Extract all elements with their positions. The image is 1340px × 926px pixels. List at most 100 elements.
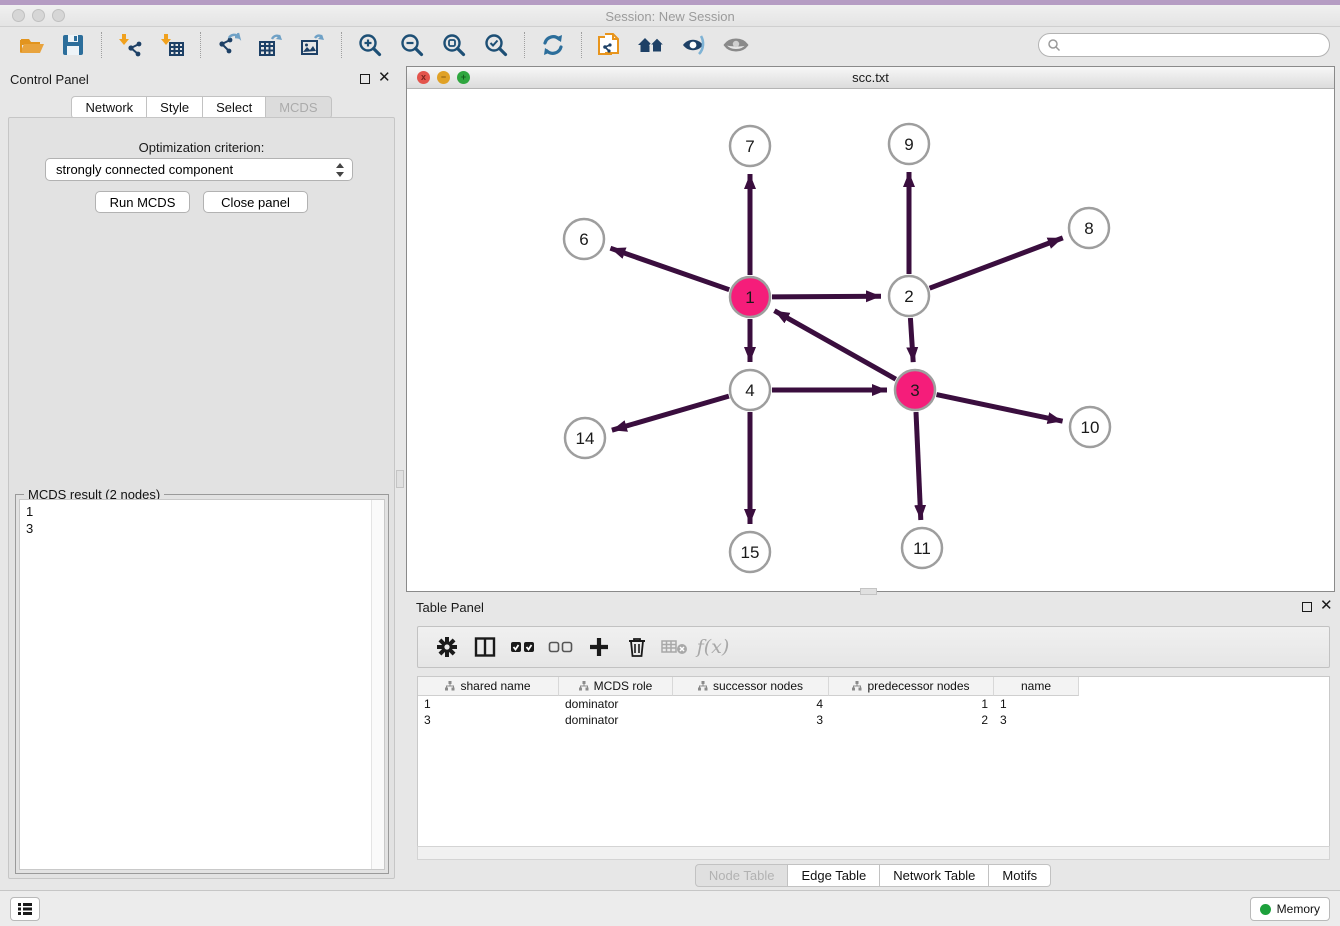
control-panel: Control Panel ✕ NetworkStyleSelectMCDS O…: [0, 62, 403, 884]
column-tree-icon: [579, 681, 589, 691]
save-session-icon[interactable]: [56, 31, 90, 59]
column-header-shared-name[interactable]: shared name: [418, 677, 559, 696]
zoom-selected-icon[interactable]: [479, 31, 513, 59]
run-mcds-button[interactable]: Run MCDS: [95, 191, 190, 213]
tab-select[interactable]: Select: [203, 96, 266, 119]
column-tree-icon: [698, 681, 708, 691]
tab-edge-table[interactable]: Edge Table: [788, 864, 880, 887]
table-cell: 1: [994, 696, 1079, 712]
delete-table-icon[interactable]: [660, 632, 690, 662]
tab-mcds[interactable]: MCDS: [266, 96, 331, 119]
network-from-selection-icon[interactable]: [593, 31, 627, 59]
edge-2-8[interactable]: [930, 238, 1063, 288]
result-scrollbar[interactable]: [371, 500, 384, 869]
column-header-predecessor-nodes[interactable]: predecessor nodes: [829, 677, 994, 696]
function-builder-icon[interactable]: f(x): [698, 632, 728, 662]
mcds-panel: Optimization criterion: strongly connect…: [8, 117, 395, 879]
network-graph[interactable]: 7968124314101511: [407, 89, 1334, 591]
import-network-icon[interactable]: [113, 31, 147, 59]
table-cell: dominator: [559, 696, 673, 712]
table-header: shared name MCDS rolesuccessor nodes prede…: [418, 677, 1329, 696]
open-file-icon[interactable]: [14, 31, 48, 59]
control-panel-tabs: NetworkStyleSelectMCDS: [0, 96, 403, 119]
tab-motifs[interactable]: Motifs: [989, 864, 1051, 887]
table-row[interactable]: 1dominator411: [418, 696, 1329, 712]
tab-node-table[interactable]: Node Table: [695, 864, 789, 887]
delete-column-icon[interactable]: [622, 632, 652, 662]
split-panel-icon[interactable]: [470, 632, 500, 662]
zoom-fit-icon[interactable]: [437, 31, 471, 59]
edge-3-1[interactable]: [774, 311, 895, 380]
node-label-6: 6: [579, 230, 588, 249]
search-icon: [1047, 38, 1061, 52]
float-panel-icon[interactable]: [360, 74, 370, 84]
splitter-grip-horizontal[interactable]: [860, 588, 877, 595]
edge-1-2[interactable]: [772, 296, 881, 297]
table-row[interactable]: 3dominator323: [418, 712, 1329, 728]
table-panel: Table Panel ✕ f(x): [406, 596, 1340, 888]
edge-1-6[interactable]: [610, 248, 729, 290]
column-header-successor-nodes[interactable]: successor nodes: [673, 677, 829, 696]
table-cell: 2: [829, 712, 994, 728]
task-list-icon: [17, 902, 33, 916]
tab-network[interactable]: Network: [71, 96, 147, 119]
zoom-out-icon[interactable]: [395, 31, 429, 59]
node-label-2: 2: [904, 287, 913, 306]
toolbar-separator: [200, 32, 201, 58]
column-header-MCDS-role[interactable]: MCDS role: [559, 677, 673, 696]
node-label-10: 10: [1081, 418, 1100, 437]
toolbar-separator: [341, 32, 342, 58]
close-table-panel-icon[interactable]: ✕: [1320, 598, 1333, 614]
column-header-label: shared name: [460, 679, 530, 693]
table-cell: 3: [418, 712, 559, 728]
window-titlebar[interactable]: Session: New Session: [0, 5, 1340, 27]
column-header-label: name: [1021, 679, 1051, 693]
column-tree-icon: [445, 681, 455, 691]
close-panel-icon[interactable]: ✕: [378, 70, 391, 86]
memory-button[interactable]: Memory: [1250, 897, 1330, 921]
edge-4-14[interactable]: [612, 396, 729, 430]
hide-graphics-details-icon[interactable]: [677, 31, 711, 59]
refresh-icon[interactable]: [536, 31, 570, 59]
edge-2-3[interactable]: [910, 318, 913, 362]
app-window: Session: New Session: [0, 0, 1340, 926]
select-stepper-icon: [334, 162, 346, 178]
toolbar-separator: [581, 32, 582, 58]
column-tree-icon: [852, 681, 862, 691]
float-table-panel-icon[interactable]: [1302, 602, 1312, 612]
splitter-grip-vertical[interactable]: [396, 470, 404, 488]
network-window-titlebar[interactable]: x − + scc.txt: [407, 67, 1334, 89]
export-table-icon[interactable]: [254, 31, 288, 59]
add-column-icon[interactable]: [584, 632, 614, 662]
settings-gear-icon[interactable]: [432, 632, 462, 662]
mcds-result-area[interactable]: 13: [19, 499, 385, 870]
node-label-9: 9: [904, 135, 913, 154]
result-line: 3: [26, 520, 378, 537]
tab-style[interactable]: Style: [147, 96, 203, 119]
home-icon[interactable]: [635, 31, 669, 59]
select-all-icon[interactable]: [508, 632, 538, 662]
deselect-all-icon[interactable]: [546, 632, 576, 662]
search-box[interactable]: [1038, 33, 1330, 57]
criterion-select[interactable]: strongly connected component: [45, 158, 353, 181]
edge-3-11[interactable]: [916, 412, 921, 520]
table-horizontal-scrollbar[interactable]: [417, 846, 1330, 860]
zoom-in-icon[interactable]: [353, 31, 387, 59]
node-label-15: 15: [741, 543, 760, 562]
import-table-icon[interactable]: [155, 31, 189, 59]
tab-network-table[interactable]: Network Table: [880, 864, 989, 887]
task-history-button[interactable]: [10, 897, 40, 921]
close-panel-button[interactable]: Close panel: [203, 191, 308, 213]
export-network-icon[interactable]: [212, 31, 246, 59]
table-cell: 3: [994, 712, 1079, 728]
column-header-label: predecessor nodes: [867, 679, 969, 693]
search-input[interactable]: [1061, 35, 1329, 55]
show-graphics-details-icon[interactable]: [719, 31, 753, 59]
edge-3-10[interactable]: [937, 395, 1063, 422]
table-tabs: Node TableEdge TableNetwork TableMotifs: [406, 864, 1340, 887]
export-image-icon[interactable]: [296, 31, 330, 59]
toolbar-separator: [101, 32, 102, 58]
column-header-name[interactable]: name: [994, 677, 1079, 696]
node-label-1: 1: [745, 288, 754, 307]
memory-label: Memory: [1277, 902, 1320, 916]
